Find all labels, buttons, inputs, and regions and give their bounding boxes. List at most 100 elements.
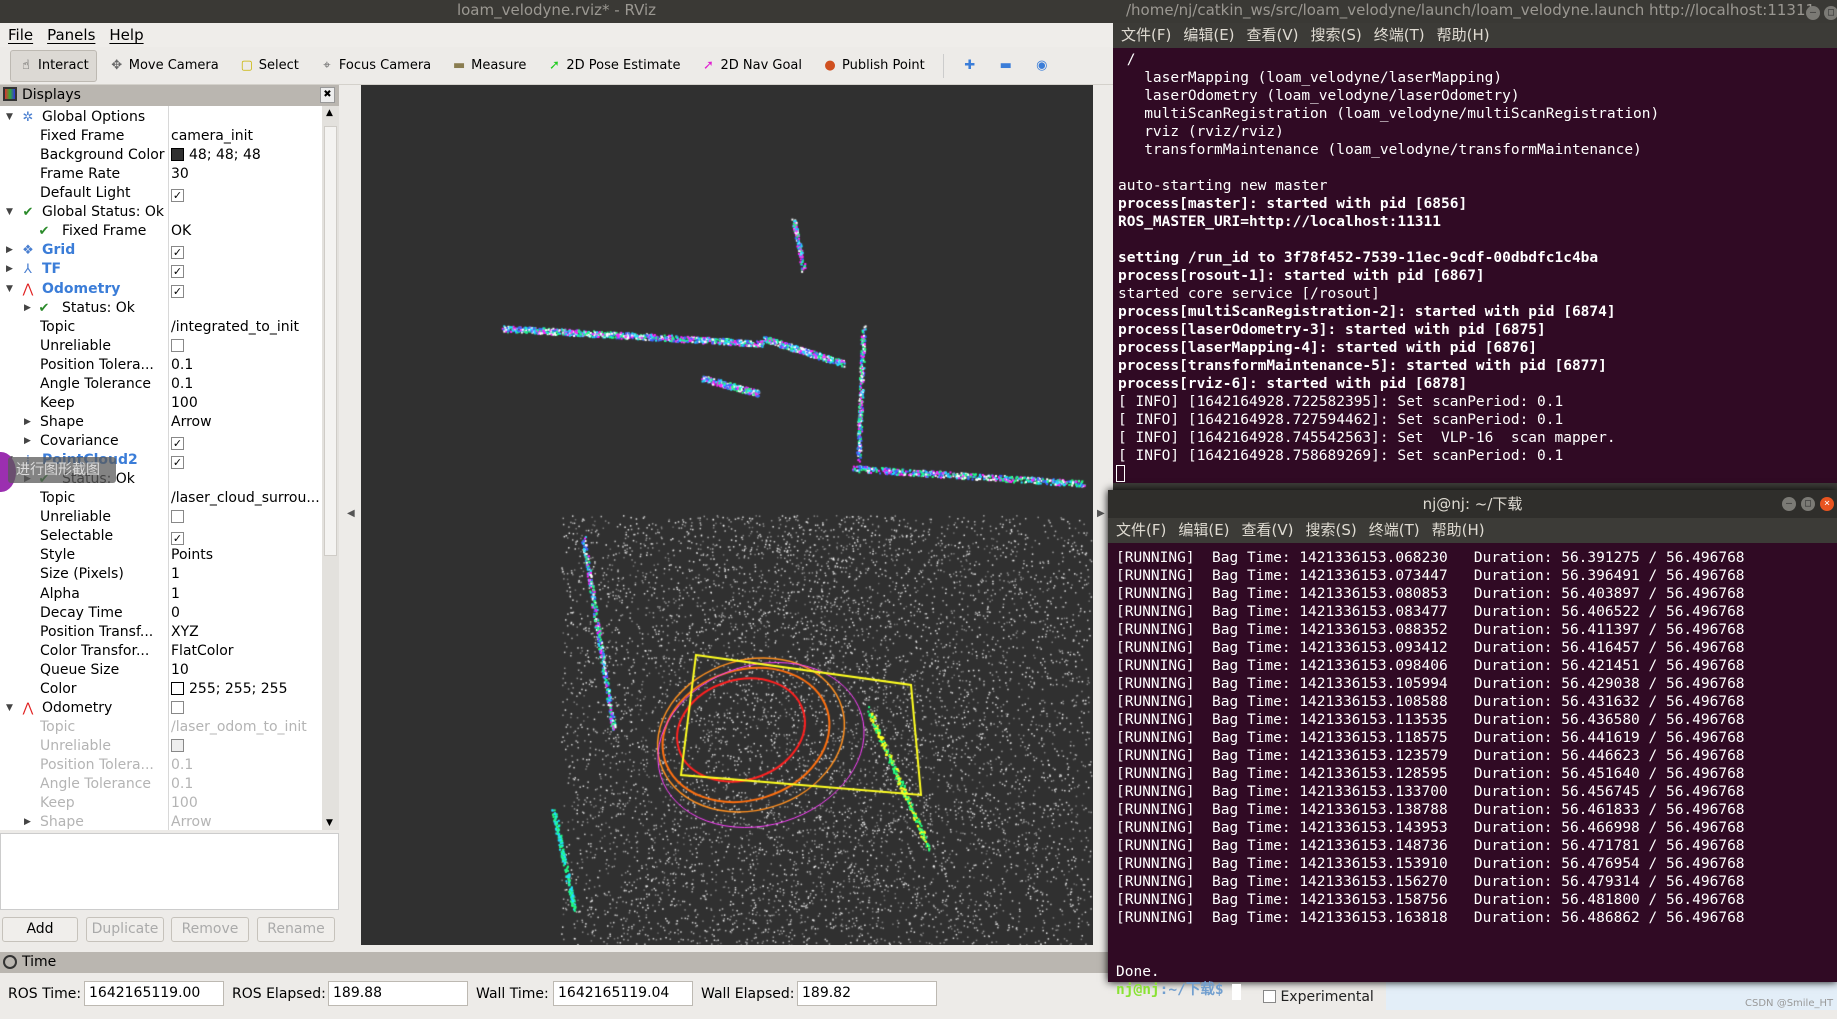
scrollbar-thumb[interactable]	[324, 126, 337, 556]
minimize-icon[interactable]: –	[1806, 6, 1820, 20]
expand-closed-icon[interactable]: ▶	[6, 260, 16, 279]
tree-value[interactable]: XYZ	[171, 623, 321, 642]
terminal-roslaunch[interactable]: /home/nj/catkin_ws/src/loam_velodyne/lau…	[1113, 0, 1837, 483]
checkbox-checked[interactable]: ✓	[171, 284, 184, 298]
tree-value[interactable]: FlatColor	[171, 642, 321, 661]
tree-row[interactable]: Topic/integrated_to_init	[0, 318, 322, 337]
camera-view-icon[interactable]: ◉	[1034, 58, 1050, 74]
tree-row[interactable]: ▼ ✲ Global Options	[0, 108, 322, 127]
tree-value[interactable]: 1	[171, 565, 321, 584]
tree-value[interactable]: 1	[171, 585, 321, 604]
tree-row[interactable]: Frame Rate 30	[0, 165, 322, 184]
plus-icon[interactable]: ✚	[962, 58, 978, 74]
tool-select[interactable]: ▢ Select	[231, 50, 307, 82]
tree-value[interactable]: 48; 48; 48	[171, 146, 321, 165]
tree-value[interactable]: /laser_cloud_surrou...	[171, 489, 321, 508]
tree-value[interactable]: ✓	[171, 451, 321, 470]
tree-value[interactable]: 0.1	[171, 356, 321, 375]
tree-row[interactable]: ▶✔ Status: Ok	[0, 299, 322, 318]
tree-row[interactable]: ▶ ⅄ TF ✓	[0, 260, 322, 279]
terminal-menu-item[interactable]: 查看(V)	[1247, 23, 1299, 48]
tree-value[interactable]: camera_init	[171, 127, 321, 146]
tree-value[interactable]: 30	[171, 165, 321, 184]
checkbox-checked[interactable]: ✓	[171, 437, 184, 451]
close-icon[interactable]: ×	[1820, 497, 1834, 511]
tree-row[interactable]: Default Light ✓	[0, 184, 322, 203]
checkbox-unchecked[interactable]	[171, 510, 184, 524]
tool-2d-nav-goal[interactable]: ➚ 2D Nav Goal	[692, 50, 810, 82]
tree-row[interactable]: Color Transfor... FlatColor	[0, 642, 322, 661]
tree-row[interactable]: ▶ Shape Arrow	[0, 813, 322, 830]
tree-row[interactable]: ▼ ⋀ Odometry	[0, 699, 322, 718]
terminal-menu-item[interactable]: 编辑(E)	[1183, 23, 1234, 48]
tree-value[interactable]: 0.1	[171, 756, 321, 775]
tree-row[interactable]: Unreliable	[0, 508, 322, 527]
tool-publish-point[interactable]: ● Publish Point	[814, 50, 933, 82]
tool-focus-camera[interactable]: ⌖ Focus Camera	[311, 50, 439, 82]
tree-row[interactable]: Style Points	[0, 546, 322, 565]
duplicate-button[interactable]: Duplicate	[86, 917, 164, 942]
ros-elapsed-field[interactable]: 189.88	[328, 981, 468, 1006]
tree-row[interactable]: Unreliable	[0, 737, 322, 756]
tree-value[interactable]: 255; 255; 255	[171, 680, 321, 699]
tree-value[interactable]	[171, 699, 321, 718]
terminal-menu-item[interactable]: 搜索(S)	[1306, 518, 1357, 543]
checkbox-checked[interactable]: ✓	[171, 246, 184, 260]
tree-row[interactable]: Topic/laser_odom_to_init	[0, 718, 322, 737]
expand-open-icon[interactable]: ▼	[6, 280, 16, 299]
tree-row[interactable]: Topic/laser_cloud_surrou...	[0, 489, 322, 508]
tree-value[interactable]: 100	[171, 794, 321, 813]
tree-row[interactable]: ▶ Covariance ✓	[0, 432, 322, 451]
menu-file[interactable]: File	[8, 23, 33, 47]
terminal-menu-item[interactable]: 文件(F)	[1121, 23, 1171, 48]
tree-row[interactable]: Angle Tolerance 0.1	[0, 375, 322, 394]
scroll-down-icon[interactable]: ▼	[326, 818, 333, 828]
terminal-menu-item[interactable]: 文件(F)	[1116, 518, 1166, 543]
tree-row[interactable]: Keep 100	[0, 394, 322, 413]
remove-button[interactable]: Remove	[171, 917, 249, 942]
tree-row[interactable]: ▼ ✔ Global Status: Ok	[0, 203, 322, 222]
tree-row[interactable]: Keep 100	[0, 794, 322, 813]
tree-value[interactable]: 0.1	[171, 375, 321, 394]
expand-closed-icon[interactable]: ▶	[24, 299, 34, 318]
tree-row[interactable]: ✔ Fixed Frame OK	[0, 222, 322, 241]
tree-value[interactable]: 0	[171, 604, 321, 623]
tool-interact[interactable]: ☝ Interact	[10, 49, 97, 82]
expand-open-icon[interactable]: ▼	[6, 203, 16, 222]
tree-value[interactable]: Arrow	[171, 413, 321, 432]
terminal-menu-item[interactable]: 编辑(E)	[1178, 518, 1229, 543]
checkbox-checked[interactable]: ✓	[171, 189, 184, 203]
tree-row[interactable]: Alpha 1	[0, 585, 322, 604]
terminal-rosbag[interactable]: nj@nj: ~/下载 – □ × 文件(F) 编辑(E) 查看(V) 搜索(S) 终端…	[1108, 490, 1837, 1000]
checkbox-checked[interactable]: ✓	[171, 265, 184, 279]
tree-row[interactable]: Color 255; 255; 255	[0, 680, 322, 699]
tree-value[interactable]: ✓	[171, 184, 321, 203]
tree-row[interactable]: ▶ Shape Arrow	[0, 413, 322, 432]
checkbox-checked[interactable]: ✓	[171, 456, 184, 470]
expand-open-icon[interactable]: ▼	[6, 699, 16, 718]
tree-value[interactable]: 100	[171, 394, 321, 413]
maximize-icon[interactable]: □	[1801, 497, 1815, 511]
tree-row[interactable]: ▶ ❖ Grid ✓	[0, 241, 322, 260]
tree-value[interactable]: Arrow	[171, 813, 321, 830]
checkbox-unchecked[interactable]	[171, 700, 184, 714]
tree-row[interactable]: Size (Pixels) 1	[0, 565, 322, 584]
wall-elapsed-field[interactable]: 189.82	[797, 981, 937, 1006]
tree-row[interactable]: Position Tolera... 0.1	[0, 356, 322, 375]
tree-value[interactable]: ✓	[171, 241, 321, 260]
tree-row[interactable]: Background Color 48; 48; 48	[0, 146, 322, 165]
tree-value[interactable]: /integrated_to_init	[171, 318, 321, 337]
tree-row[interactable]: Fixed Frame camera_init	[0, 127, 322, 146]
tree-value[interactable]: 10	[171, 661, 321, 680]
minimize-icon[interactable]: –	[1782, 497, 1796, 511]
tree-value[interactable]: /laser_odom_to_init	[171, 718, 321, 737]
terminal-prompt[interactable]: nj@nj:~/下载$	[1116, 981, 1745, 1000]
checkbox-unchecked[interactable]	[171, 338, 184, 352]
scroll-up-icon[interactable]: ▲	[326, 108, 333, 118]
tree-value[interactable]: 0.1	[171, 775, 321, 794]
tree-value[interactable]: ✓	[171, 527, 321, 546]
tree-value[interactable]: ✓	[171, 432, 321, 451]
collapse-right-icon[interactable]: ▶	[1097, 508, 1105, 519]
terminal-menu-item[interactable]: 搜索(S)	[1311, 23, 1362, 48]
tree-row[interactable]: Decay Time 0	[0, 604, 322, 623]
